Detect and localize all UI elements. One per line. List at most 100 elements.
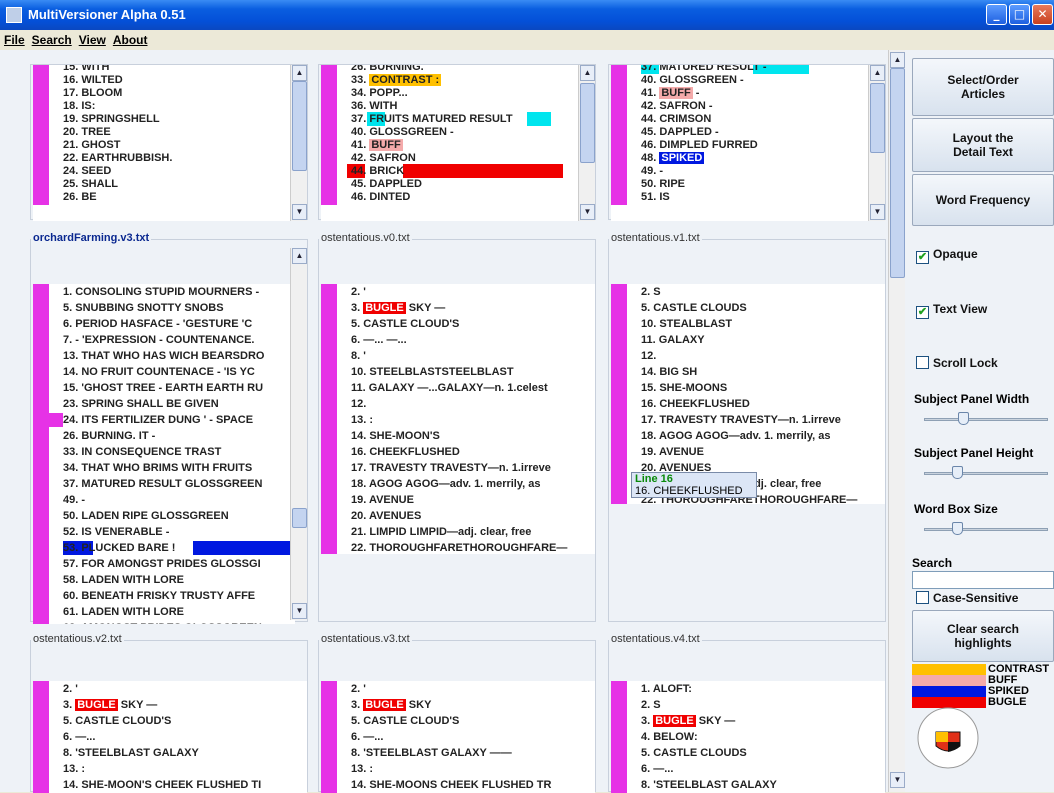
text-line[interactable]: 17. TRAVESTY TRAVESTY—n. 1.irreve [321, 460, 595, 476]
text-line[interactable]: 51. IS [611, 189, 869, 205]
layout-detail-text-button[interactable]: Layout the Detail Text [912, 118, 1054, 172]
text-line[interactable]: 26. BURNING. IT - [33, 428, 295, 444]
text-line[interactable]: 14. SHE-MOONS CHEEK FLUSHED TR [321, 777, 595, 793]
clear-search-highlights-button[interactable]: Clear search highlights [912, 610, 1054, 662]
text-view[interactable]: 2. ' 3. BUGLE SKY — 5. CASTLE CLOUD'S 6. —.… [33, 681, 307, 793]
text-line[interactable]: 5. CASTLE CLOUDS [611, 745, 885, 761]
text-line[interactable]: 34. THAT WHO BRIMS WITH FRUITS [33, 460, 295, 476]
text-line[interactable]: 17. TRAVESTY TRAVESTY—n. 1.irreve [611, 412, 885, 428]
case-sensitive-checkbox[interactable]: Case-Sensitive [916, 591, 1018, 605]
text-line[interactable]: 11. GALAXY [611, 332, 885, 348]
text-line[interactable]: 2. S [611, 697, 885, 713]
menu-file[interactable]: File [0, 30, 28, 47]
text-line[interactable]: 1. ALOFT: [611, 681, 885, 697]
menu-view[interactable]: View [75, 30, 109, 47]
minimize-button[interactable]: _ [986, 4, 1007, 25]
text-view-checkbox[interactable]: ✔ Text View [916, 302, 987, 319]
search-input[interactable] [912, 571, 1054, 589]
menu-about[interactable]: About [109, 30, 151, 47]
main-vertical-scrollbar[interactable]: ▲ ▼ [888, 50, 905, 792]
text-line[interactable]: 52. IS VENERABLE - [33, 524, 295, 540]
close-button[interactable]: ✕ [1032, 4, 1053, 25]
text-line[interactable]: 33. IN CONSEQUENCE TRAST [33, 444, 295, 460]
text-line[interactable]: 13. THAT WHO HAS WICH BEARSDRO [33, 348, 295, 364]
word-box-size-slider[interactable] [924, 522, 1048, 536]
text-view[interactable]: 15. WITH 16. WILTED 17. BLOOM 18. IS: 19. SP… [33, 65, 291, 221]
text-line[interactable]: 15. SHE-MOONS [611, 380, 885, 396]
text-line[interactable]: 14. BIG SH [611, 364, 885, 380]
subject-panel-height-slider[interactable] [924, 466, 1048, 480]
text-line[interactable]: 6. —... [611, 761, 885, 777]
text-line[interactable]: 62. AMONGST PRIDES GLOSSGREEN [33, 620, 295, 624]
text-line[interactable]: 24. ITS FERTILIZER DUNG ' - SPACE [33, 412, 295, 428]
menu-search[interactable]: Search [28, 30, 75, 47]
text-line[interactable]: 2. ' [33, 681, 307, 697]
text-line[interactable]: 19. AVENUE [321, 492, 595, 508]
text-line[interactable]: 18. AGOG AGOG—adv. 1. merrily, as [611, 428, 885, 444]
text-line[interactable]: 5. CASTLE CLOUDS [611, 300, 885, 316]
text-line[interactable]: 2. ' [321, 284, 595, 300]
text-line[interactable]: 5. SNUBBING SNOTTY SNOBS [33, 300, 295, 316]
scroll-lock-checkbox[interactable]: Scroll Lock [916, 356, 998, 370]
text-view[interactable]: 2. ' 3. BUGLE SKY — 5. CASTLE CLOUD'S 6. —.… [321, 284, 595, 554]
text-line[interactable]: 14. SHE-MOON'S [321, 428, 595, 444]
text-line[interactable]: 8. 'STEELBLAST GALAXY —— [321, 745, 595, 761]
text-line[interactable]: 2. ' [321, 681, 595, 697]
text-line[interactable]: 22. THOROUGHFARETHOROUGHFARE— [321, 540, 595, 554]
text-line[interactable]: 4. BELOW: [611, 729, 885, 745]
text-line[interactable]: 19. AVENUE [611, 444, 885, 460]
text-line[interactable]: 3. BUGLE SKY — [321, 300, 595, 316]
text-line[interactable]: 11. GALAXY —...GALAXY—n. 1.celest [321, 380, 595, 396]
text-line[interactable]: 60. BENEATH FRISKY TRUSTY AFFE [33, 588, 295, 604]
text-line[interactable]: 57. FOR AMONGST PRIDES GLOSSGI [33, 556, 295, 572]
panel-vertical-scrollbar[interactable]: ▲ ▼ [578, 65, 595, 221]
select-order-articles-button[interactable]: Select/Order Articles [912, 58, 1054, 116]
text-line[interactable]: 13. : [33, 761, 307, 777]
text-line[interactable]: 10. STEALBLAST [611, 316, 885, 332]
text-line[interactable]: 18. AGOG AGOG—adv. 1. merrily, as [321, 476, 595, 492]
text-line[interactable]: 50. LADEN RIPE GLOSSGREEN [33, 508, 295, 524]
text-line[interactable]: 3. BUGLE SKY — [33, 697, 307, 713]
text-view[interactable]: 1. ALOFT: 2. S 3. BUGLE SKY — 4. BELOW: 5. C… [611, 681, 885, 793]
text-line[interactable]: 46. DINTED [321, 189, 579, 205]
text-line[interactable]: 13. : [321, 761, 595, 777]
text-line[interactable]: 8. ' [321, 348, 595, 364]
text-line[interactable]: 6. PERIOD HASFACE - 'GESTURE 'C [33, 316, 295, 332]
text-line[interactable]: 20. AVENUES [321, 508, 595, 524]
text-line[interactable]: 26. BE [33, 189, 291, 205]
opaque-checkbox[interactable]: ✔ Opaque [916, 247, 978, 264]
text-line[interactable]: 3. BUGLE SKY — [611, 713, 885, 729]
panel-vertical-scrollbar[interactable]: ▲ ▼ [868, 65, 885, 221]
text-line[interactable]: 14. SHE-MOON'S CHEEK FLUSHED TI [33, 777, 307, 793]
subject-panel-width-slider[interactable] [924, 412, 1048, 426]
text-line[interactable]: 37. MATURED RESULT GLOSSGREEN [33, 476, 295, 492]
panel-vertical-scrollbar[interactable]: ▲ ▼ [290, 248, 307, 620]
text-line[interactable]: 7. - 'EXPRESSION - COUNTENANCE. [33, 332, 295, 348]
text-line[interactable]: 15. 'GHOST TREE - EARTH EARTH RU [33, 380, 295, 396]
text-line[interactable]: 2. S [611, 284, 885, 300]
text-line[interactable]: 5. CASTLE CLOUD'S [321, 713, 595, 729]
text-line[interactable]: 16. CHEEKFLUSHED [321, 444, 595, 460]
text-line[interactable]: 6. —... [321, 729, 595, 745]
text-line[interactable]: 23. SPRING SHALL BE GIVEN [33, 396, 295, 412]
text-line[interactable]: 1. CONSOLING STUPID MOURNERS - [33, 284, 295, 300]
text-line[interactable]: 8. 'STEELBLAST GALAXY [33, 745, 307, 761]
text-view[interactable]: 1. CONSOLING STUPID MOURNERS - 5. SNUBBIN… [33, 284, 295, 624]
text-line[interactable]: 14. NO FRUIT COUNTENACE - 'IS YC [33, 364, 295, 380]
text-line[interactable]: 3. BUGLE SKY [321, 697, 595, 713]
text-line[interactable]: 12. [611, 348, 885, 364]
maximize-button[interactable]: □ [1009, 4, 1030, 25]
text-line[interactable]: 21. LIMPID LIMPID—adj. clear, free [321, 524, 595, 540]
word-frequency-button[interactable]: Word Frequency [912, 174, 1054, 226]
text-view[interactable]: 37. MATURED RESULT -40. GLOSSGREEN -41. … [611, 65, 869, 221]
text-line[interactable]: 6. —... [33, 729, 307, 745]
text-line[interactable]: 12. [321, 396, 595, 412]
text-view[interactable]: 2. ' 3. BUGLE SKY 5. CASTLE CLOUD'S 6. —...… [321, 681, 595, 793]
text-view[interactable]: 26. BURNING. 33. CONTRAST :34. POPP... 36.… [321, 65, 579, 221]
text-view[interactable]: 2. S 5. CASTLE CLOUDS 10. STEALBLAST 11. GA… [611, 284, 885, 504]
text-line[interactable]: 6. —... —... [321, 332, 595, 348]
text-line[interactable]: 5. CASTLE CLOUD'S [33, 713, 307, 729]
text-line[interactable]: 53. PLUCKED BARE ! [33, 540, 295, 556]
text-line[interactable]: 58. LADEN WITH LORE [33, 572, 295, 588]
text-line[interactable]: 8. 'STEELBLAST GALAXY [611, 777, 885, 793]
